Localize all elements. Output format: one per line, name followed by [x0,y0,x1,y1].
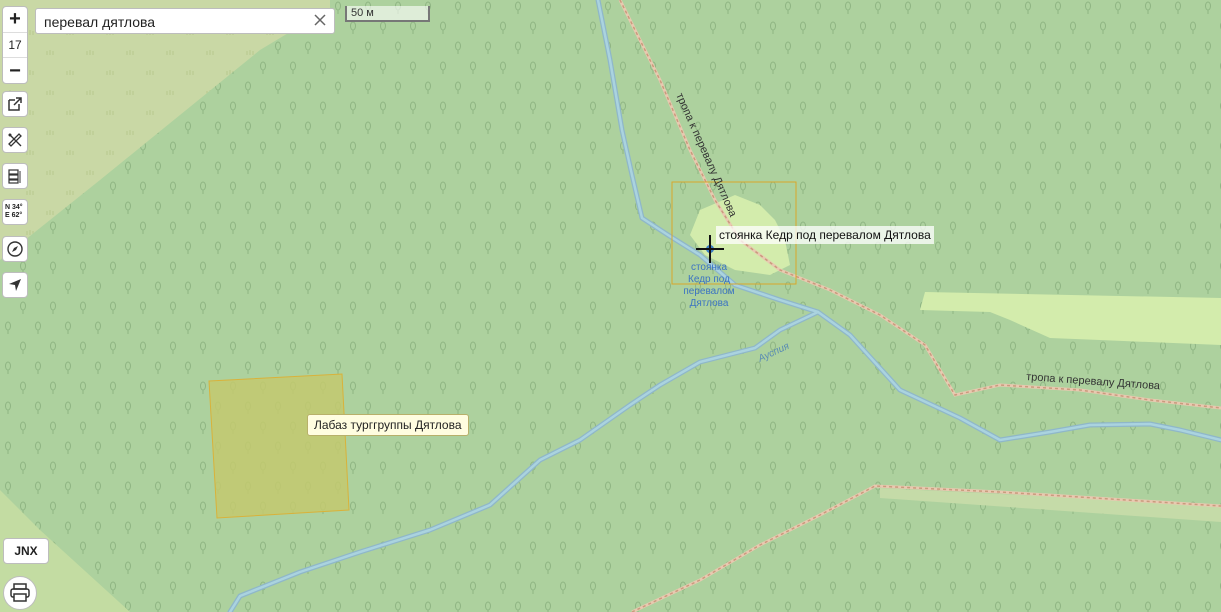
ruler-icon [8,133,22,147]
locate-button[interactable] [2,272,28,298]
poi-caption-line: Кедр под [688,274,730,285]
open-external-icon [8,97,22,111]
zoom-out-button[interactable]: − [3,59,27,83]
compass-button[interactable] [2,236,28,262]
layers-button[interactable] [2,163,28,189]
coordinates-button[interactable]: N 34° E 62° [2,199,28,225]
close-icon[interactable] [312,12,328,28]
cache-area-highlight[interactable] [208,373,350,519]
print-button[interactable] [3,576,37,610]
poi-caption-line: стоянка [691,262,728,273]
search-input[interactable] [42,10,306,34]
coordinates-line: N 34° [5,204,23,211]
open-external-button[interactable] [2,91,28,117]
poi-name-label[interactable]: стоянка Кедр под перевалом Дятлова [716,226,934,244]
jnx-export-button[interactable]: JNX [3,538,49,564]
poi-caption-line: перевалом [683,286,734,297]
layers-icon [8,169,21,184]
poi-caption-line: Дятлова [690,298,729,309]
coordinates-line: E 62° [5,212,23,219]
compass-icon [7,241,23,257]
locate-icon [9,279,21,291]
scale-bar: 50 м [345,6,430,22]
search-box [35,8,335,34]
zoom-control: + 17 − [2,6,28,84]
printer-icon [10,583,30,602]
zoom-level: 17 [3,32,27,58]
measure-button[interactable] [2,127,28,153]
map-canvas[interactable]: тропа к перевалу Дятлова тропа к перевал… [0,0,1221,612]
cache-tooltip: Лабаз турггруппы Дятлова [307,414,469,436]
zoom-in-button[interactable]: + [3,7,27,31]
